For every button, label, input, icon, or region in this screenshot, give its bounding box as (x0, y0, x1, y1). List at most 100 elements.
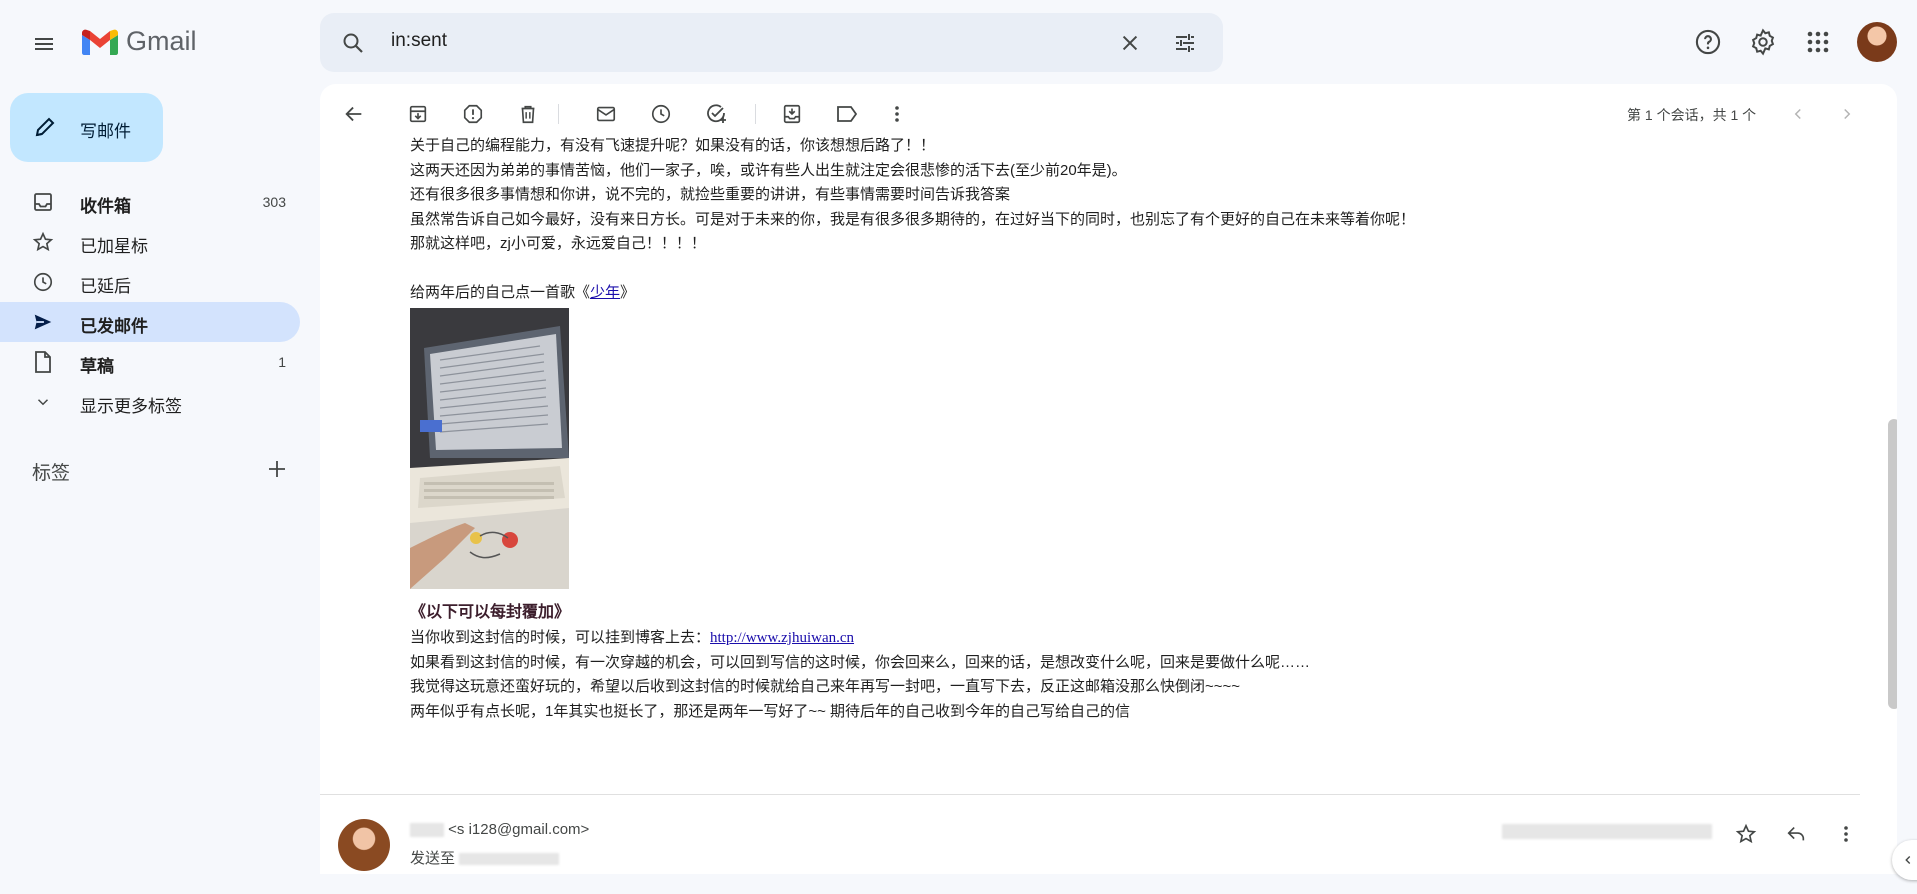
sidebar-item-sent[interactable]: 已发邮件 (0, 302, 300, 342)
newer-button[interactable] (1782, 98, 1814, 130)
sidebar-item-label: 草稿 (80, 357, 114, 376)
star-button[interactable] (1730, 818, 1762, 850)
redacted-name (410, 823, 444, 838)
main-menu-button[interactable] (26, 26, 62, 62)
older-button[interactable] (1831, 98, 1863, 130)
more-vert-icon (1844, 826, 1848, 842)
body-line: 虽然常告诉自己如今最好，没有来日方长。可是对于未来的你，我是有很多很多期待的，在… (410, 210, 1416, 228)
scrollbar-thumb[interactable] (1888, 419, 1897, 709)
labels-header: 标签 (32, 463, 71, 484)
body-line: 两年似乎有点长呢，1年其实也挺长了，那还是两年一写好了~~ 期待后年的自己收到今… (410, 702, 1131, 720)
add-label-icon[interactable] (264, 456, 290, 482)
clock-icon (651, 104, 671, 124)
body-line: 还有很多很多事情想和你讲，说不完的，就捡些重要的讲讲，有些事情需要时间告诉我答案 (410, 186, 1011, 203)
redacted-date (1502, 824, 1712, 839)
hamburger-icon (35, 38, 53, 50)
more-vert-icon (895, 106, 899, 122)
song-line: 给两年后的自己点一首歌《少年》 (410, 281, 1810, 306)
archive-button[interactable] (402, 98, 434, 130)
sender-email: <s i128@gmail.com> (448, 821, 590, 838)
sender-avatar[interactable] (338, 819, 390, 871)
song-link[interactable]: 少年 (590, 284, 620, 301)
gmail-m-icon (82, 29, 118, 55)
clear-search-icon[interactable] (1115, 28, 1145, 58)
message-divider (320, 794, 1860, 795)
sidebar-item-inbox[interactable]: 收件箱 303 (0, 182, 300, 222)
search-options-icon[interactable] (1170, 28, 1200, 58)
arrow-back-icon (345, 106, 362, 122)
delete-button[interactable] (512, 98, 544, 130)
snooze-button[interactable] (645, 98, 677, 130)
add-task-button[interactable] (700, 98, 732, 130)
report-spam-button[interactable] (457, 98, 489, 130)
message-view: 第 1 个会话，共 1 个 关于自己的编程能力，有没有飞速提升呢？如果没有的话，… (320, 84, 1897, 874)
redacted-recipient (459, 853, 560, 866)
song-prefix: 给两年后的自己点一首歌《 (410, 283, 591, 301)
recipient-line[interactable]: 发送至 (410, 847, 560, 868)
send-icon (32, 311, 54, 333)
account-avatar[interactable] (1857, 22, 1897, 62)
sidebar-item-label: 已加星标 (80, 237, 148, 256)
mark-unread-button[interactable] (590, 98, 622, 130)
settings-button[interactable] (1745, 24, 1781, 60)
chevron-down-icon (32, 391, 54, 413)
sidebar-item-label: 收件箱 (80, 197, 131, 216)
back-button[interactable] (338, 98, 370, 130)
toolbar-divider (755, 104, 756, 124)
sidebar-item-label: 已延后 (80, 277, 131, 296)
star-icon (32, 231, 54, 253)
search-bar[interactable]: in:sent (320, 13, 1223, 72)
draft-file-icon (32, 351, 54, 373)
sidebar-item-starred[interactable]: 已加星标 (0, 222, 300, 262)
image-spacer (410, 305, 1810, 600)
search-icon[interactable] (338, 28, 368, 58)
help-button[interactable] (1690, 24, 1726, 60)
more-actions-button[interactable] (881, 98, 913, 130)
unread-count: 303 (262, 194, 286, 210)
compose-button[interactable]: 写邮件 (10, 93, 163, 162)
body-line: 关于自己的编程能力，有没有飞速提升呢？如果没有的话，你该想想后路了！！ (410, 137, 936, 154)
label-icon (837, 106, 858, 122)
chevron-left-icon (1905, 856, 1911, 864)
song-suffix: 》 (620, 283, 636, 301)
message-body: 关于自己的编程能力，有没有飞速提升呢？如果没有的话，你该想想后路了！！ 这两天还… (410, 137, 1810, 724)
chevron-right-icon (1844, 108, 1851, 120)
attached-photo[interactable] (410, 308, 569, 589)
sidebar-item-more[interactable]: 显示更多标签 (0, 382, 300, 422)
labels-button[interactable] (831, 98, 863, 130)
archive-icon (409, 105, 427, 123)
sidebar-nav: 收件箱 303 已加星标 已延后 已发邮件 草稿 1 显示更多标签 (0, 182, 300, 422)
draft-count: 1 (278, 354, 286, 370)
star-icon (1735, 823, 1757, 844)
section-title: 《以下可以每封覆加》 (410, 604, 571, 621)
blog-line: 当你收到这封信的时候，可以挂到博客上去：http://www.zjhuiwan.… (410, 626, 1810, 651)
help-icon (1695, 29, 1721, 55)
app-name: Gmail (126, 26, 197, 56)
body-line: 这两天还因为弟弟的事情苦恼，他们一家子，唉，或许有些人出生就注定会很悲惨的活下去… (410, 161, 1127, 179)
compose-label: 写邮件 (80, 122, 131, 141)
photo-image (410, 308, 569, 589)
gmail-logo[interactable]: Gmail (80, 26, 197, 57)
report-icon (463, 104, 483, 124)
apps-button[interactable] (1800, 24, 1836, 60)
move-to-button[interactable] (776, 98, 808, 130)
sidebar-item-snoozed[interactable]: 已延后 (0, 262, 300, 302)
top-bar: Gmail in:sent (0, 0, 1917, 84)
body-line: 我觉得这玩意还蛮好玩的，希望以后收到这封信的时候就给自己来年再写一封吧，一直写下… (410, 678, 1241, 695)
inbox-icon (32, 191, 54, 213)
reply-button[interactable] (1780, 818, 1812, 850)
sidebar-item-drafts[interactable]: 草稿 1 (0, 342, 300, 382)
to-label: 发送至 (410, 850, 456, 867)
pagination-text: 第 1 个会话，共 1 个 (1627, 107, 1757, 123)
gear-icon (1751, 28, 1775, 56)
message-more-button[interactable] (1830, 818, 1862, 850)
body-line: 那就这样吧，zj小可爱，永远爱自己！！！！ (410, 235, 706, 252)
blog-link[interactable]: http://www.zjhuiwan.cn (710, 630, 854, 646)
apps-grid-icon (1807, 31, 1829, 53)
reply-icon (1787, 826, 1805, 841)
chevron-left-icon (1794, 108, 1801, 120)
blog-prefix: 当你收到这封信的时候，可以挂到博客上去： (410, 629, 711, 646)
search-input[interactable]: in:sent (391, 30, 447, 52)
trash-icon (521, 105, 535, 124)
sender-line[interactable]: <s i128@gmail.com> (410, 821, 589, 838)
